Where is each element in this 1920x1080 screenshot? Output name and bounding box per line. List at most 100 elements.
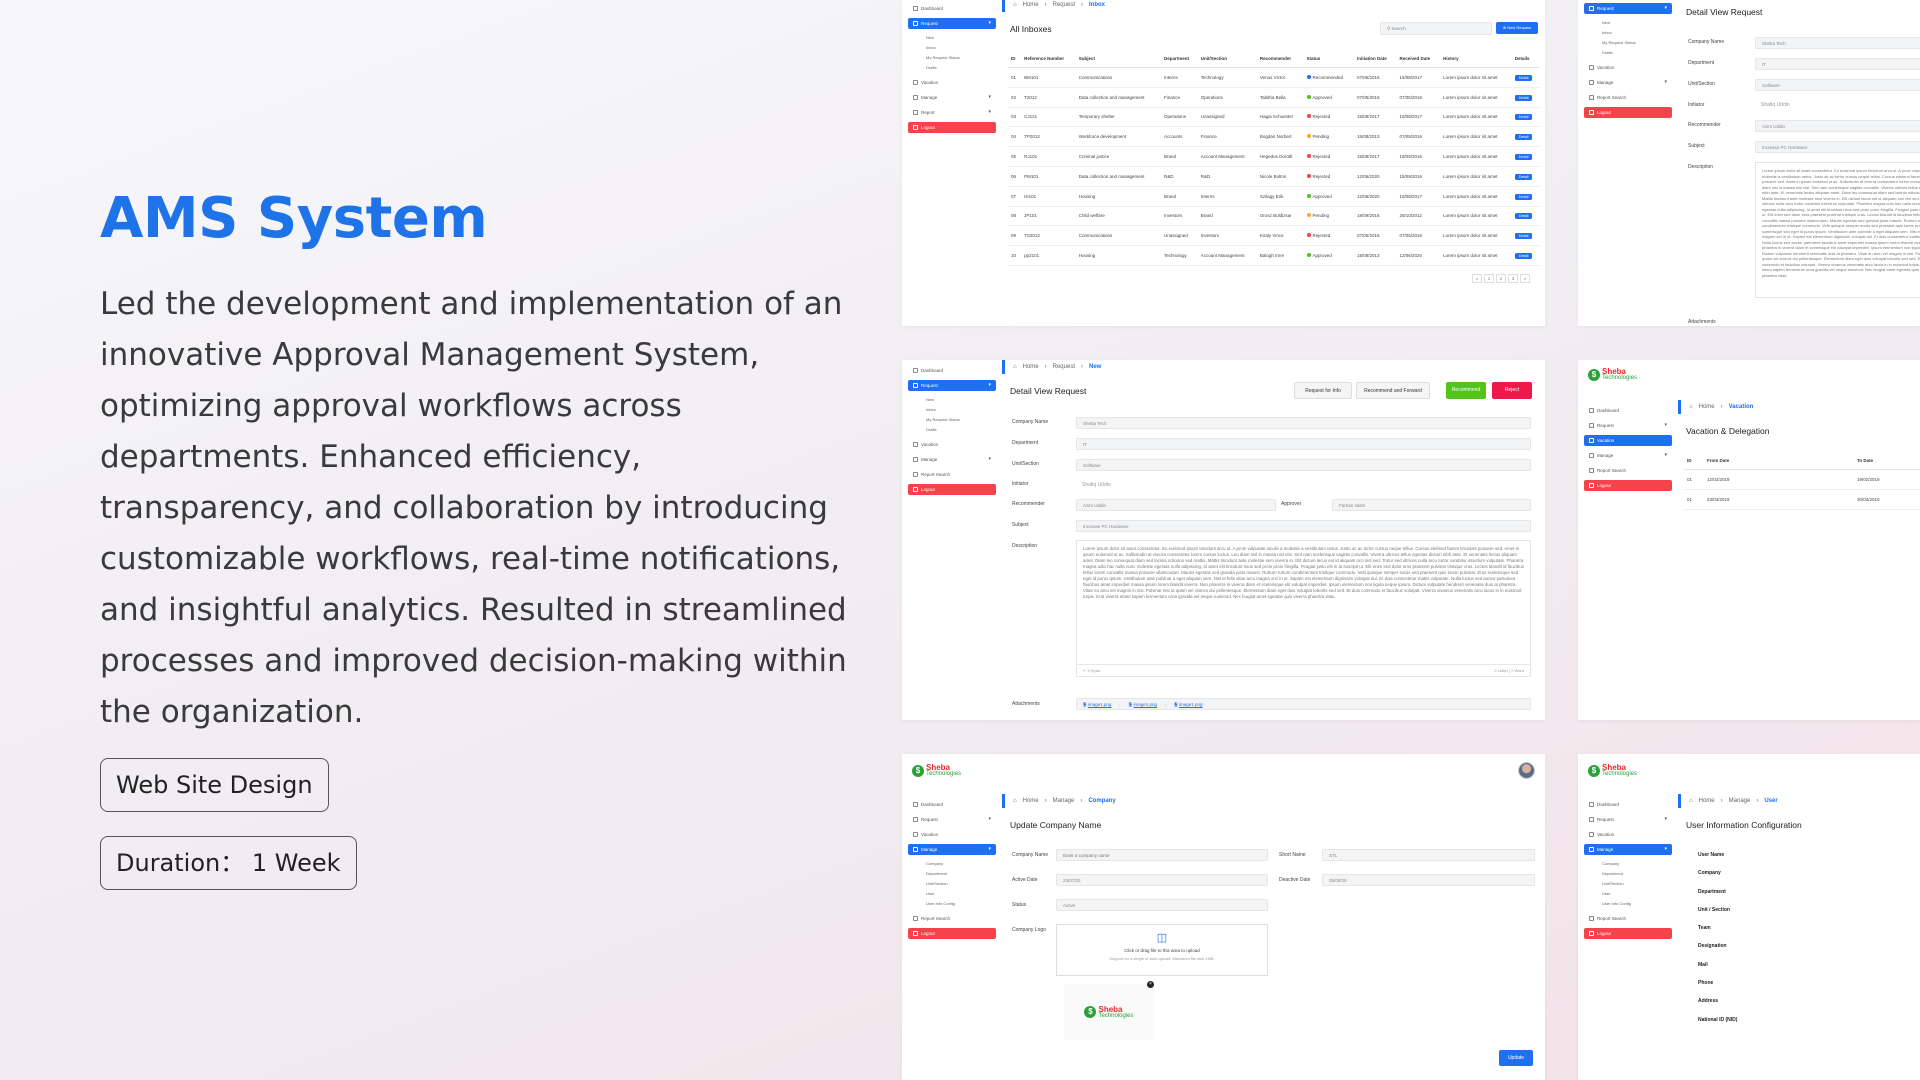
company-name-input[interactable] <box>1056 849 1268 861</box>
detail-button[interactable]: Detail <box>1514 253 1533 260</box>
sidebar-sub-user[interactable]: User <box>1584 889 1672 899</box>
page-button[interactable]: < <box>1472 274 1482 283</box>
sidebar-sub-company[interactable]: Company <box>908 859 996 869</box>
page-button[interactable]: > <box>1520 274 1530 283</box>
sidebar-sub-inbox[interactable]: Inbox <box>1584 28 1672 38</box>
sidebar-item-report-search[interactable]: Report Search <box>908 469 996 480</box>
sidebar-sub-department[interactable]: Department <box>908 869 996 879</box>
attachment-link[interactable]: 🗎 image1.png <box>1174 699 1202 710</box>
sidebar-sub-new[interactable]: New <box>1584 18 1672 28</box>
sidebar-item-vacation[interactable]: Vacation <box>1584 829 1672 840</box>
sidebar-item-request[interactable]: Request ▾ <box>908 18 996 29</box>
avatar[interactable] <box>1518 762 1535 779</box>
sidebar-item-logout[interactable]: Logout <box>1584 107 1672 118</box>
detail-button[interactable]: Detail <box>1514 154 1533 161</box>
detail-button[interactable]: Detail <box>1514 233 1533 240</box>
sidebar-sub-user[interactable]: User <box>908 889 996 899</box>
sidebar-sub-drafts[interactable]: Drafts <box>908 63 996 73</box>
sidebar-sub-status[interactable]: My Request Status <box>908 53 996 63</box>
sidebar-item-report-search[interactable]: Report Search <box>1584 913 1672 924</box>
sidebar-sub-unit[interactable]: Unit/Section <box>1584 879 1672 889</box>
sidebar-item-report[interactable]: Report ▾ <box>908 107 996 118</box>
description-box[interactable]: Lorem ipsum dolor sit amet consectetur. … <box>1755 162 1920 298</box>
detail-button[interactable]: Detail <box>1514 94 1533 101</box>
subject-field[interactable]: Increase PC Hardware <box>1076 520 1531 532</box>
sidebar-item-request[interactable]: Request ▾ <box>1584 3 1672 14</box>
request-info-button[interactable]: Request for Info <box>1294 382 1352 399</box>
sidebar-sub-status[interactable]: My Request Status <box>908 415 996 425</box>
table-row[interactable]: 01 BM101 Communications Interns Technology Ve… <box>1008 67 1540 88</box>
table-row[interactable]: 05 RJ101 Criminal justice Brand Account Mana… <box>1008 146 1540 167</box>
sidebar-sub-user-info[interactable]: User Info Config <box>1584 899 1672 909</box>
detail-button[interactable]: Detail <box>1514 134 1533 141</box>
page-button[interactable]: 2 <box>1496 274 1506 283</box>
sidebar-item-request[interactable]: Request ▾ <box>908 380 996 391</box>
detail-button[interactable]: Detail <box>1514 213 1533 220</box>
sidebar-item-dashboard[interactable]: Dashboard <box>1584 405 1672 416</box>
sidebar-sub-inbox[interactable]: Inbox <box>908 43 996 53</box>
unit-field[interactable]: Software <box>1755 79 1920 91</box>
sidebar-item-vacation[interactable]: Vacation <box>1584 435 1672 446</box>
sidebar-sub-department[interactable]: Department <box>1584 869 1672 879</box>
table-row[interactable]: 06 PM101 Data collection and management R&D… <box>1008 166 1540 187</box>
table-row[interactable]: 03 CJ121 Temporary shelter Operations Unassi… <box>1008 107 1540 128</box>
company-field[interactable]: Sheba Tech <box>1755 37 1920 49</box>
recommender-field[interactable]: Azim Uddin <box>1076 499 1276 511</box>
approver-field[interactable]: Farhan Islam <box>1332 499 1531 511</box>
sidebar-item-dashboard[interactable]: Dashboard <box>908 365 996 376</box>
sidebar-item-manage[interactable]: Manage ▾ <box>1584 450 1672 461</box>
sidebar-item-dashboard[interactable]: Dashboard <box>1584 799 1672 810</box>
update-button[interactable]: Update <box>1499 1050 1533 1066</box>
sidebar-item-vacation[interactable]: Vacation <box>1584 62 1672 73</box>
subject-field[interactable]: Increase PC Hardware <box>1755 141 1920 153</box>
table-row[interactable]: 01 23/03/2019 30/04/2019 <box>1684 489 1920 510</box>
page-button[interactable]: 3 <box>1508 274 1518 283</box>
sidebar-sub-drafts[interactable]: Drafts <box>1584 48 1672 58</box>
sidebar-item-report-search[interactable]: Report Search <box>908 913 996 924</box>
detail-button[interactable]: Detail <box>1514 193 1533 200</box>
sidebar-item-manage[interactable]: Manage ▾ <box>908 92 996 103</box>
sidebar-sub-new[interactable]: New <box>908 33 996 43</box>
sidebar-item-request[interactable]: Request ▾ <box>908 814 996 825</box>
sidebar-sub-drafts[interactable]: Drafts <box>908 425 996 435</box>
sidebar-item-report-search[interactable]: Report Search <box>1584 92 1672 103</box>
sidebar-item-report-search[interactable]: Report Search <box>1584 465 1672 476</box>
sidebar-item-manage[interactable]: Manage ▾ <box>908 454 996 465</box>
sidebar-item-manage[interactable]: Manage ▾ <box>908 844 996 855</box>
department-field[interactable]: IT <box>1076 438 1531 450</box>
sidebar-item-vacation[interactable]: Vacation <box>908 439 996 450</box>
status-field[interactable]: Active <box>1056 899 1268 911</box>
recommend-button[interactable]: Recommend <box>1446 382 1486 399</box>
active-date-field[interactable]: 23/07/23 <box>1056 874 1268 886</box>
sidebar-sub-company[interactable]: Company <box>1584 859 1672 869</box>
new-request-button[interactable]: ⊕ New Request <box>1496 22 1538 34</box>
search-input[interactable]: ⚲ Search <box>1380 22 1492 35</box>
detail-button[interactable]: Detail <box>1514 74 1533 81</box>
department-field[interactable]: IT <box>1755 58 1920 70</box>
recommender-field[interactable]: Azim Uddin <box>1755 120 1920 132</box>
sidebar-item-logout[interactable]: Logout <box>908 928 996 939</box>
sidebar-item-logout[interactable]: Logout <box>1584 480 1672 491</box>
company-field[interactable]: Sheba Tech <box>1076 417 1531 429</box>
sidebar-item-vacation[interactable]: Vacation <box>908 77 996 88</box>
logo-upload-area[interactable]: ◫ Click or drag file to this area to upl… <box>1056 924 1268 976</box>
remove-logo-icon[interactable]: × <box>1147 981 1154 988</box>
sidebar-item-dashboard[interactable]: Dashboard <box>908 3 996 14</box>
reject-button[interactable]: Reject <box>1492 382 1532 399</box>
table-row[interactable]: 01 12/02/2019 19/02/2019 <box>1684 469 1920 490</box>
unit-field[interactable]: Software <box>1076 459 1531 471</box>
sidebar-item-request[interactable]: Request ▾ <box>1584 420 1672 431</box>
attachment-link[interactable]: 🗎 image1.png <box>1083 699 1111 710</box>
description-box[interactable]: Lorem ipsum dolor sit amet consectetur. … <box>1076 540 1531 665</box>
recommend-forward-button[interactable]: Recommend and Forward <box>1356 382 1430 399</box>
table-row[interactable]: 02 T2012 Data collection and management Fin… <box>1008 87 1540 108</box>
table-row[interactable]: 08 JP101 Child welfare Investors Brand Orosz … <box>1008 206 1540 227</box>
table-row[interactable]: 10 pp2101 Housing Technology Account Managem… <box>1008 245 1540 266</box>
sidebar-item-logout[interactable]: Logout <box>908 122 996 133</box>
sidebar-sub-inbox[interactable]: Inbox <box>908 405 996 415</box>
sidebar-item-request[interactable]: Request ▾ <box>1584 814 1672 825</box>
sidebar-sub-new[interactable]: New <box>908 395 996 405</box>
page-button[interactable]: 1 <box>1484 274 1494 283</box>
sidebar-item-manage[interactable]: Manage ▾ <box>1584 844 1672 855</box>
table-row[interactable]: 04 TP2012 Workforce development Accounts Fin… <box>1008 126 1540 148</box>
